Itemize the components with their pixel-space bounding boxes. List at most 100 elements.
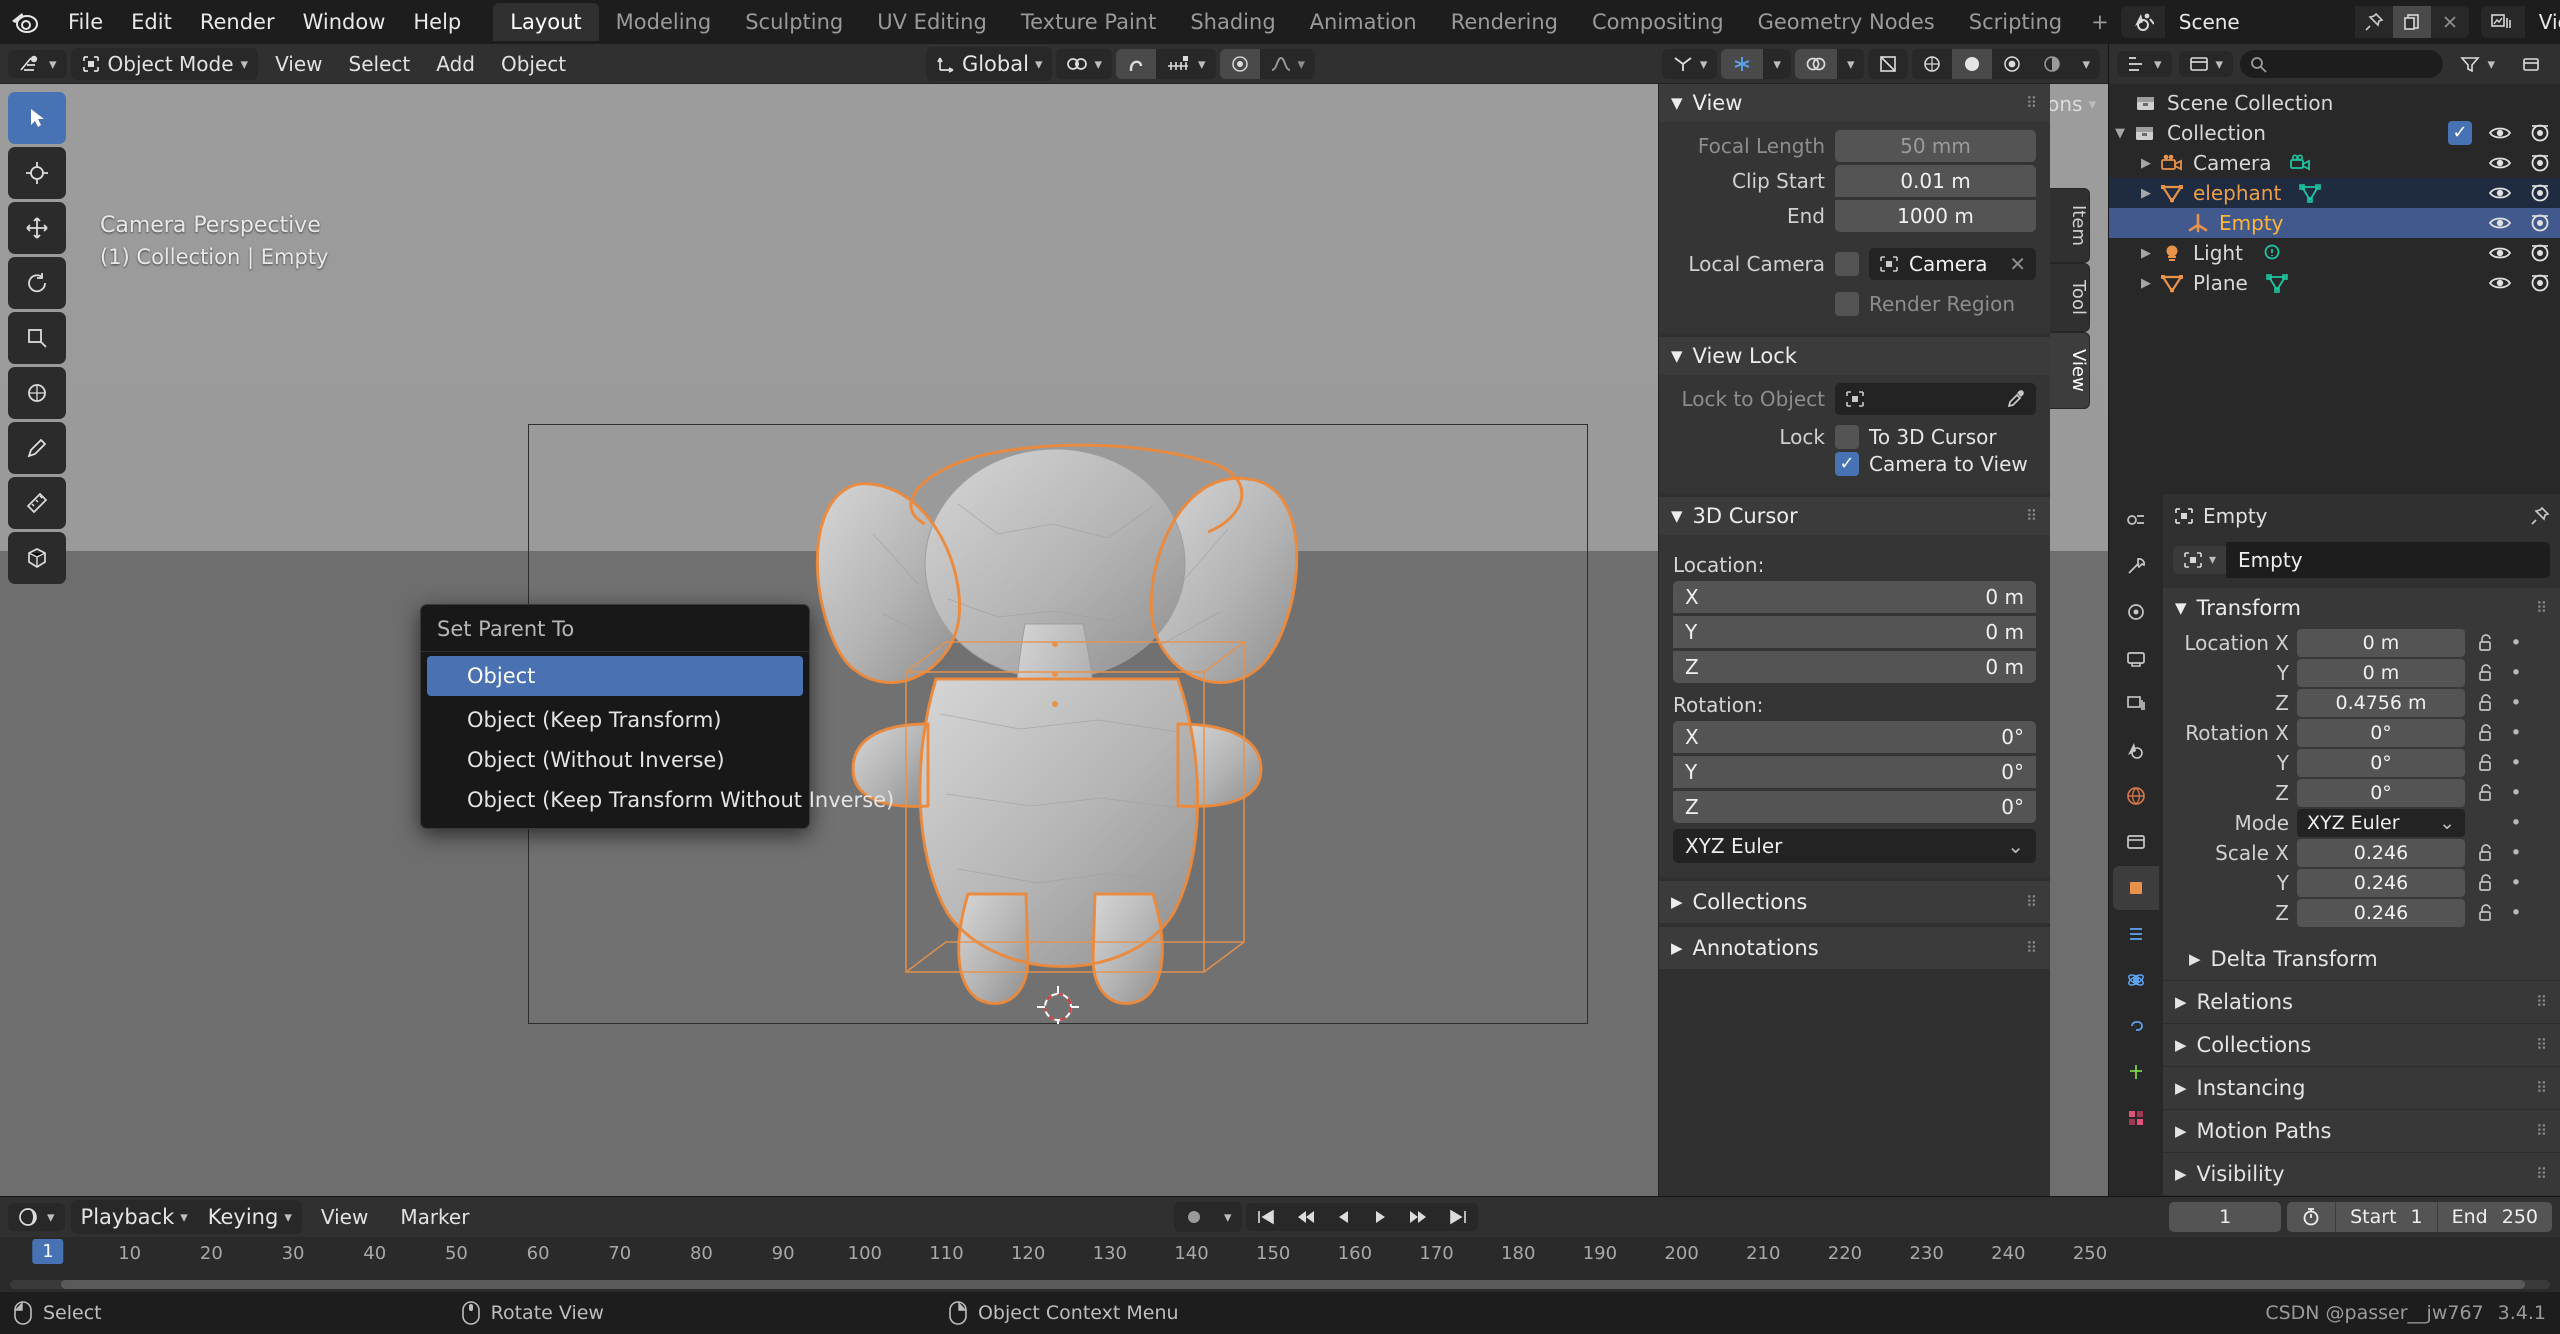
- expander-icon[interactable]: ▶: [2135, 156, 2157, 171]
- outliner-row-plane[interactable]: ▶ Plane: [2109, 268, 2560, 298]
- timeline-scrollbar[interactable]: [10, 1280, 2550, 1289]
- cursor-rotation-field-y[interactable]: Y 0°: [1673, 756, 2036, 788]
- collection-exclude-checkbox[interactable]: [2448, 121, 2472, 145]
- view-lock-panel-header[interactable]: ▼ View Lock: [1659, 337, 2050, 375]
- workspace-tab-sculpting[interactable]: Sculpting: [728, 3, 860, 41]
- sidebar-tab-view[interactable]: View: [2050, 331, 2090, 409]
- cursor-location-field-z[interactable]: Z 0 m: [1673, 651, 2036, 683]
- timeline-menu-playback[interactable]: Playback ▾: [71, 1200, 198, 1234]
- lock-icon[interactable]: [2473, 693, 2499, 713]
- sidebar-tab-item[interactable]: Item: [2050, 188, 2090, 263]
- tab-world-icon[interactable]: [2113, 774, 2159, 818]
- expander-icon[interactable]: ▶: [2135, 186, 2157, 201]
- timeline-ruler[interactable]: 1102030405060708090100110120130140150160…: [0, 1237, 2560, 1292]
- grip-dots-icon[interactable]: ⠿: [2026, 94, 2038, 112]
- workspace-tab-modeling[interactable]: Modeling: [599, 3, 729, 41]
- outliner-row-collection[interactable]: ▼ Collection: [2109, 118, 2560, 148]
- shading-material-icon[interactable]: [1992, 49, 2032, 79]
- eyedropper-icon[interactable]: [2006, 389, 2026, 409]
- focal-length-field[interactable]: 50 mm: [1835, 130, 2036, 162]
- outliner-row-scene-collection[interactable]: Scene Collection: [2109, 88, 2560, 118]
- timeline-menu-keying[interactable]: Keying ▾: [198, 1200, 302, 1234]
- disable-in-renders-toggle[interactable]: [2528, 273, 2552, 293]
- disable-in-renders-toggle[interactable]: [2528, 123, 2552, 143]
- outliner-search-input[interactable]: [2240, 50, 2444, 78]
- properties-panel-relations[interactable]: ▶ Relations ⠿: [2163, 980, 2560, 1023]
- tab-output-icon[interactable]: [2113, 636, 2159, 680]
- object-mode-selector[interactable]: Object Mode ▾: [70, 47, 259, 80]
- tool-scale[interactable]: [8, 312, 66, 364]
- clear-local-camera-icon[interactable]: ✕: [2009, 252, 2026, 276]
- blender-logo-icon[interactable]: [10, 7, 40, 37]
- tab-modifiers-icon[interactable]: [2113, 912, 2159, 956]
- animate-property-dot[interactable]: •: [2507, 812, 2525, 834]
- jump-to-end-button[interactable]: [1438, 1203, 1478, 1231]
- outliner-display-mode[interactable]: ▾: [2178, 51, 2234, 77]
- shading-settings[interactable]: ▾: [2072, 50, 2100, 78]
- animate-property-dot[interactable]: •: [2507, 842, 2525, 864]
- workspace-tab-scripting[interactable]: Scripting: [1952, 3, 2079, 41]
- menu-item-1[interactable]: Object (Keep Transform): [421, 700, 809, 740]
- light-data-icon[interactable]: [2257, 243, 2287, 263]
- outliner-filter-button[interactable]: ▾: [2450, 51, 2505, 77]
- transform-field-7[interactable]: 0.246: [2297, 839, 2465, 867]
- gizmo-toggle-icon[interactable]: [1721, 48, 1764, 79]
- viewlayer-selector[interactable]: ViewLayer: [2480, 6, 2560, 38]
- tab-physics-icon[interactable]: [2113, 958, 2159, 1002]
- transform-orientation-selector[interactable]: Global ▾: [926, 47, 1053, 81]
- workspace-tab-geometry-nodes[interactable]: Geometry Nodes: [1741, 3, 1952, 41]
- hide-in-viewport-toggle[interactable]: [2488, 153, 2512, 173]
- hide-in-viewport-toggle[interactable]: [2488, 243, 2512, 263]
- grip-dots-icon[interactable]: ⠿: [2536, 599, 2548, 617]
- properties-pin-icon[interactable]: [2530, 506, 2550, 526]
- tab-constraints-icon[interactable]: [2113, 1004, 2159, 1048]
- snap-settings[interactable]: ▾: [1156, 49, 1216, 79]
- lock-icon[interactable]: [2473, 723, 2499, 743]
- cursor-location-field-y[interactable]: Y 0 m: [1673, 616, 2036, 648]
- play-reverse-button[interactable]: [1326, 1203, 1362, 1231]
- grip-dots-icon[interactable]: ⠿: [2026, 507, 2038, 525]
- tab-object-properties-icon[interactable]: [2113, 866, 2159, 910]
- lock-to-object-field[interactable]: [1835, 383, 2036, 415]
- shading-solid-icon[interactable]: [1952, 48, 1993, 79]
- top-menu-help[interactable]: Help: [399, 6, 475, 38]
- lock-icon[interactable]: [2473, 843, 2499, 863]
- proportional-falloff-selector[interactable]: ▾: [1260, 49, 1316, 79]
- transform-field-6[interactable]: XYZ Euler ⌄: [2297, 809, 2465, 837]
- lock-icon[interactable]: [2473, 663, 2499, 683]
- workspace-tab-texture-paint[interactable]: Texture Paint: [1004, 3, 1174, 41]
- animate-property-dot[interactable]: •: [2507, 752, 2525, 774]
- npanel-closed-annotations[interactable]: ▶ Annotations ⠿: [1659, 927, 2050, 969]
- disable-in-renders-toggle[interactable]: [2528, 243, 2552, 263]
- top-menu-window[interactable]: Window: [289, 6, 400, 38]
- xray-toggle-icon[interactable]: [1868, 49, 1908, 79]
- tool-add-cube[interactable]: [8, 532, 66, 584]
- workspace-tab-layout[interactable]: Layout: [493, 3, 599, 41]
- viewport-menu-view[interactable]: View: [262, 48, 335, 80]
- camera-data-icon[interactable]: [2286, 153, 2316, 173]
- properties-panel-visibility[interactable]: ▶ Visibility ⠿: [2163, 1152, 2560, 1195]
- workspace-tab-rendering[interactable]: Rendering: [1434, 3, 1575, 41]
- proportional-edit-toggle[interactable]: [1219, 48, 1260, 79]
- cursor-location-field-x[interactable]: X 0 m: [1673, 581, 2036, 613]
- top-menu-render[interactable]: Render: [186, 6, 289, 38]
- grip-dots-icon[interactable]: ⠿: [2536, 1036, 2548, 1054]
- object-id-icon-box[interactable]: ▾: [2173, 546, 2227, 574]
- object-types-visibility-icon[interactable]: ▾: [1662, 49, 1718, 79]
- tool-move[interactable]: [8, 202, 66, 254]
- animate-property-dot[interactable]: •: [2507, 872, 2525, 894]
- transform-field-4[interactable]: 0°: [2297, 749, 2465, 777]
- animate-property-dot[interactable]: •: [2507, 902, 2525, 924]
- snap-toggle[interactable]: [1116, 48, 1156, 79]
- viewport-menu-object[interactable]: Object: [488, 48, 579, 80]
- delete-scene-icon[interactable]: [2431, 6, 2469, 38]
- jump-to-start-button[interactable]: [1246, 1203, 1286, 1231]
- tool-transform[interactable]: [8, 367, 66, 419]
- workspace-tab-shading[interactable]: Shading: [1173, 3, 1292, 41]
- expander-icon[interactable]: ▶: [2135, 276, 2157, 291]
- transform-field-2[interactable]: 0.4756 m: [2297, 689, 2465, 717]
- hide-in-viewport-toggle[interactable]: [2488, 123, 2512, 143]
- grip-dots-icon[interactable]: ⠿: [2026, 939, 2038, 957]
- auto-keying-toggle[interactable]: [1174, 1202, 1214, 1232]
- disable-in-renders-toggle[interactable]: [2528, 213, 2552, 233]
